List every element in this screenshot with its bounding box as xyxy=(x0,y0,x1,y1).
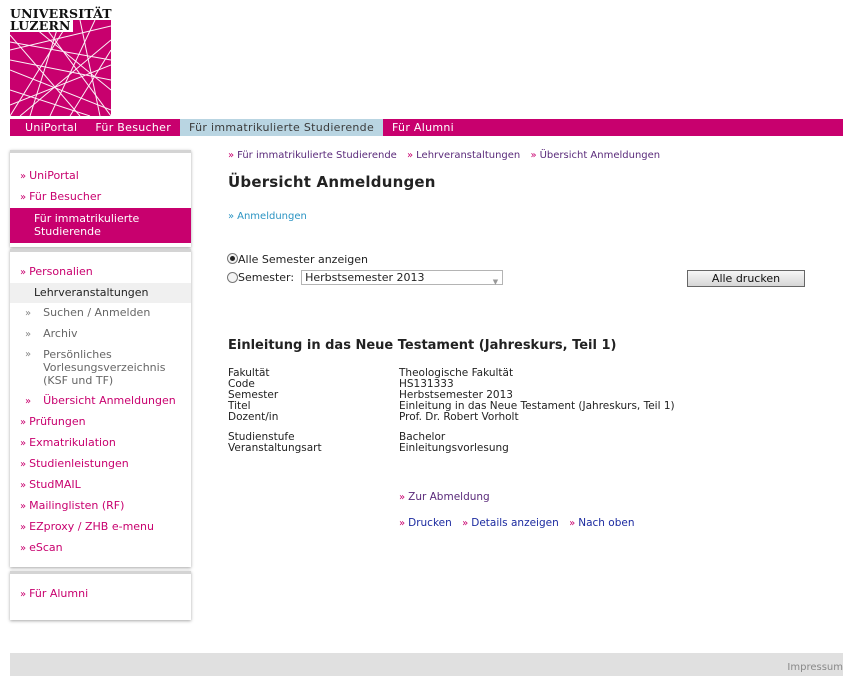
semester-label: Semester: xyxy=(238,271,295,284)
topnav-uniportal[interactable]: UniPortal xyxy=(10,119,86,136)
detail-label: Semester xyxy=(228,389,279,401)
semester-radio[interactable] xyxy=(227,272,238,283)
sidebar-item-mailinglisten[interactable]: » Mailinglisten (RF) xyxy=(10,496,191,517)
chevron-right-icon: » xyxy=(530,150,537,161)
top-navigation: UniPortal Für Besucher Für immatrikulier… xyxy=(10,119,843,136)
chevron-right-icon: » xyxy=(20,438,27,449)
chevron-right-icon: » xyxy=(228,150,235,161)
sidebar-subitem-suchen-anmelden[interactable]: » Suchen / Anmelden xyxy=(10,303,191,324)
sidebar-item-fuer-alumni[interactable]: » Für Alumni xyxy=(10,584,191,605)
sidebar-subitem-persoenliches-vorlesungsverzeichnis[interactable]: » Persönliches Vorlesungsverzeichnis (KSF… xyxy=(10,345,191,391)
back-to-top-link[interactable]: » Nach oben xyxy=(569,517,634,529)
semester-select-value: Herbstsemester 2013 xyxy=(305,271,425,284)
chevron-right-icon: » xyxy=(20,459,27,470)
detail-value: Prof. Dr. Robert Vorholt xyxy=(399,411,519,423)
sidebar-section-alumni: » Für Alumni xyxy=(10,571,191,620)
sidebar-item-exmatrikulation[interactable]: » Exmatrikulation xyxy=(10,433,191,454)
detail-value: Einleitungsvorlesung xyxy=(399,442,509,454)
chevron-right-icon: » xyxy=(20,171,27,182)
logo-line-2: LUZERN xyxy=(10,18,73,33)
chevron-right-icon: » xyxy=(399,492,406,503)
breadcrumb-item-studierende[interactable]: » Für immatrikulierte Studierende xyxy=(228,150,397,161)
impressum-link[interactable]: Impressum xyxy=(787,662,843,673)
sidebar-section-audience: » UniPortal » Für Besucher Für immatrikuli… xyxy=(10,150,191,247)
print-link[interactable]: » Drucken xyxy=(399,517,452,529)
chevron-right-icon: » xyxy=(228,211,235,222)
sidebar-subitem-uebersicht-anmeldungen[interactable]: » Übersicht Anmeldungen xyxy=(10,391,191,412)
anmeldungen-link[interactable]: » Anmeldungen xyxy=(228,211,828,222)
topnav-fuer-alumni[interactable]: Für Alumni xyxy=(383,119,463,136)
chevron-right-icon: » xyxy=(20,501,27,512)
topnav-fuer-immatrikulierte-studierende[interactable]: Für immatrikulierte Studierende xyxy=(180,119,384,136)
sidebar-subitem-archiv[interactable]: » Archiv xyxy=(10,324,191,345)
sidebar-item-studienleistungen[interactable]: » Studienleistungen xyxy=(10,454,191,475)
chevron-right-icon: » xyxy=(20,543,27,554)
sidebar-item-escan[interactable]: » eScan xyxy=(10,538,191,559)
sidebar-section-student: » Personalien Lehrveranstaltungen » Suchen… xyxy=(10,249,191,567)
chevron-right-icon: » xyxy=(25,329,32,340)
chevron-right-icon: » xyxy=(25,349,32,360)
all-semesters-radio[interactable] xyxy=(227,253,238,264)
sidebar-item-ezproxy[interactable]: » EZproxy / ZHB e-menu xyxy=(10,517,191,538)
sidebar-item-lehrveranstaltungen[interactable]: Lehrveranstaltungen xyxy=(10,283,191,303)
sidebar-item-fuer-immatrikulierte-studierende[interactable]: Für immatrikulierte Studierende xyxy=(10,208,191,243)
sidebar-item-personalien[interactable]: » Personalien xyxy=(10,262,191,283)
detail-label: Veranstaltungsart xyxy=(228,442,322,454)
page-title: Übersicht Anmeldungen xyxy=(228,173,436,191)
chevron-right-icon: » xyxy=(462,518,469,529)
semester-option: Semester: Herbstsemester 2013 ▼ xyxy=(227,270,504,286)
chevron-right-icon: » xyxy=(407,150,414,161)
logo-graphic xyxy=(10,20,111,116)
chevron-down-icon: ▼ xyxy=(492,278,499,286)
abmeldung-link[interactable]: » Zur Abmeldung xyxy=(399,491,490,503)
university-logo[interactable]: UNIVERSITÄT LUZERN xyxy=(10,7,112,116)
chevron-right-icon: » xyxy=(569,518,576,529)
chevron-right-icon: » xyxy=(25,396,32,407)
chevron-right-icon: » xyxy=(20,417,27,428)
course-title: Einleitung in das Neue Testament (Jahres… xyxy=(228,338,617,353)
print-all-button[interactable]: Alle drucken xyxy=(687,270,805,287)
chevron-right-icon: » xyxy=(20,267,27,278)
breadcrumb: » Für immatrikulierte Studierende » Lehrve… xyxy=(228,150,828,161)
chevron-right-icon: » xyxy=(25,308,32,319)
breadcrumb-item-lehrveranstaltungen[interactable]: » Lehrveranstaltungen xyxy=(407,150,520,161)
sidebar-item-pruefungen[interactable]: » Prüfungen xyxy=(10,412,191,433)
main-content: » Für immatrikulierte Studierende » Lehrve… xyxy=(227,150,828,529)
all-semesters-option[interactable]: Alle Semester anzeigen xyxy=(227,253,368,266)
chevron-right-icon: » xyxy=(20,522,27,533)
sidebar-item-uniportal[interactable]: » UniPortal xyxy=(10,166,191,187)
all-semesters-label: Alle Semester anzeigen xyxy=(238,253,368,266)
footer: Impressum xyxy=(10,653,843,676)
detail-row-veranstaltungsart: Veranstaltungsart Einleitungsvorlesung xyxy=(228,443,675,454)
chevron-right-icon: » xyxy=(399,518,406,529)
semester-select[interactable]: Herbstsemester 2013 ▼ xyxy=(301,270,504,286)
chevron-right-icon: » xyxy=(20,192,27,203)
chevron-right-icon: » xyxy=(20,480,27,491)
course-details: Fakultät Theologische Fakultät Code HS1313… xyxy=(228,368,675,454)
sidebar-item-fuer-besucher[interactable]: » Für Besucher xyxy=(10,187,191,208)
course-actions: » Drucken » Details anzeigen » Nach oben xyxy=(399,517,641,529)
chevron-right-icon: » xyxy=(20,589,27,600)
sidebar-item-studmail[interactable]: » StudMAIL xyxy=(10,475,191,496)
detail-label: Dozent/in xyxy=(228,411,279,423)
breadcrumb-item-uebersicht-anmeldungen[interactable]: » Übersicht Anmeldungen xyxy=(530,150,660,161)
detail-row-dozent: Dozent/in Prof. Dr. Robert Vorholt xyxy=(228,412,675,423)
show-details-link[interactable]: » Details anzeigen xyxy=(462,517,559,529)
topnav-fuer-besucher[interactable]: Für Besucher xyxy=(86,119,180,136)
